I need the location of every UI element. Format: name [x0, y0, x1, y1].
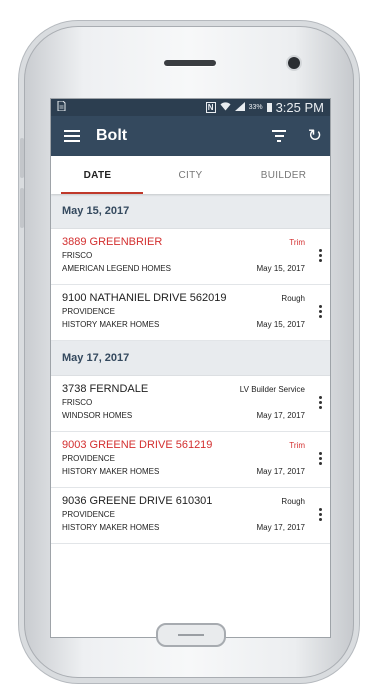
job-builder: HISTORY MAKER HOMES [62, 467, 160, 476]
more-options-icon[interactable] [319, 452, 323, 467]
status-time: 3:25 PM [275, 100, 324, 115]
tab-builder[interactable]: BUILDER [237, 156, 330, 194]
job-address: 9100 NATHANIEL DRIVE 562019 [62, 292, 227, 304]
refresh-icon[interactable]: ↻ [308, 126, 322, 146]
front-camera [288, 57, 300, 69]
job-type: Rough [281, 497, 305, 506]
job-address: 3889 GREENBRIER [62, 236, 163, 248]
battery-percent: 33% [248, 104, 263, 111]
job-builder: HISTORY MAKER HOMES [62, 523, 160, 532]
earpiece-speaker [164, 60, 216, 66]
tab-city[interactable]: CITY [144, 156, 237, 194]
home-button[interactable] [156, 623, 226, 647]
job-address: 9003 GREENE DRIVE 561219 [62, 439, 213, 451]
job-city: PROVIDENCE [62, 510, 115, 519]
more-options-icon[interactable] [319, 305, 323, 320]
side-button-bottom [20, 188, 24, 228]
screen: N 33% 3:25 PM Bolt ↻ DATE CITY BUILDER M… [50, 98, 331, 638]
job-item[interactable]: 3738 FERNDALE FRISCO WINDSOR HOMES LV Bu… [51, 376, 330, 432]
sd-card-icon [57, 100, 66, 114]
job-item[interactable]: 3889 GREENBRIER FRISCO AMERICAN LEGEND H… [51, 229, 330, 285]
job-date: May 17, 2017 [256, 411, 305, 420]
job-address: 3738 FERNDALE [62, 383, 149, 395]
filter-icon[interactable] [272, 130, 286, 145]
job-list: May 15, 2017 3889 GREENBRIER FRISCO AMER… [51, 194, 330, 544]
menu-icon[interactable] [64, 127, 80, 145]
job-date: May 17, 2017 [256, 523, 305, 532]
job-type: Trim [289, 238, 305, 247]
job-builder: WINDSOR HOMES [62, 411, 133, 420]
more-options-icon[interactable] [319, 508, 323, 523]
job-address: 9036 GREENE DRIVE 610301 [62, 495, 213, 507]
app-title: Bolt [96, 127, 128, 144]
job-date: May 17, 2017 [256, 467, 305, 476]
job-builder: HISTORY MAKER HOMES [62, 320, 160, 329]
nfc-icon: N [205, 102, 216, 113]
battery-icon [266, 103, 272, 112]
job-item[interactable]: 9003 GREENE DRIVE 561219 PROVIDENCE HIST… [51, 432, 330, 488]
side-button-top [20, 138, 24, 178]
app-bar: Bolt ↻ [51, 116, 330, 156]
job-item[interactable]: 9036 GREENE DRIVE 610301 PROVIDENCE HIST… [51, 488, 330, 544]
wifi-icon [220, 101, 231, 114]
job-city: FRISCO [62, 398, 93, 407]
more-options-icon[interactable] [319, 249, 323, 264]
job-date: May 15, 2017 [256, 264, 305, 273]
job-builder: AMERICAN LEGEND HOMES [62, 264, 171, 273]
job-city: FRISCO [62, 251, 93, 260]
job-type: Trim [289, 441, 305, 450]
job-city: PROVIDENCE [62, 454, 115, 463]
active-tab-indicator [61, 192, 143, 194]
date-group-header: May 15, 2017 [51, 194, 330, 229]
job-type: Rough [281, 294, 305, 303]
tab-date[interactable]: DATE [51, 156, 144, 194]
phone-frame: N 33% 3:25 PM Bolt ↻ DATE CITY BUILDER M… [20, 26, 354, 678]
job-type: LV Builder Service [239, 385, 305, 394]
job-city: PROVIDENCE [62, 307, 115, 316]
status-bar: N 33% 3:25 PM [51, 99, 330, 116]
job-item[interactable]: 9100 NATHANIEL DRIVE 562019 PROVIDENCE H… [51, 285, 330, 341]
more-options-icon[interactable] [319, 396, 323, 411]
tab-bar: DATE CITY BUILDER [51, 156, 330, 194]
date-group-header: May 17, 2017 [51, 341, 330, 376]
job-date: May 15, 2017 [256, 320, 305, 329]
signal-icon [234, 101, 245, 114]
